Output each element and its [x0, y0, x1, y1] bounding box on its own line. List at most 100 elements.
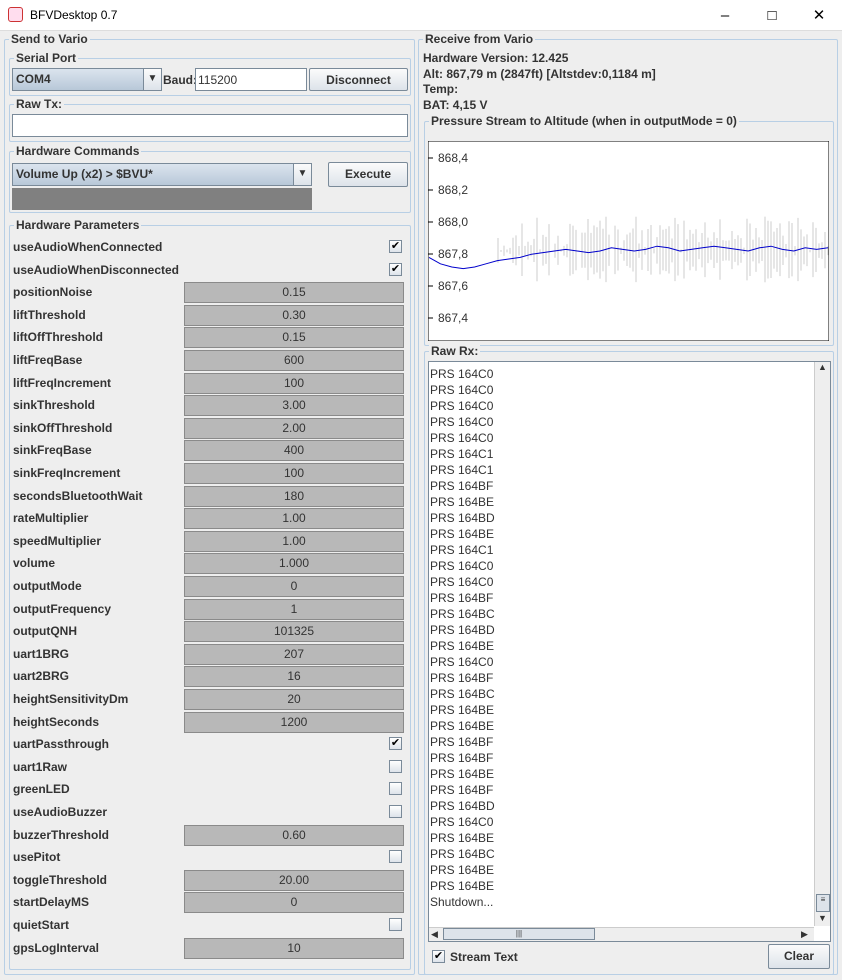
param-input[interactable]: 1.00	[184, 530, 404, 552]
stream-text-label: Stream Text	[450, 950, 518, 964]
rx-line: PRS 164C0	[430, 399, 494, 413]
receive-title: Receive from Vario	[423, 32, 536, 46]
param-checkbox[interactable]	[389, 850, 402, 864]
rx-line: PRS 164BE	[430, 527, 495, 541]
scroll-left-icon[interactable]: ◀	[431, 929, 438, 940]
param-input[interactable]: 20.00	[184, 869, 404, 891]
param-label: sinkFreqIncrement	[13, 466, 121, 480]
rx-line: PRS 164BE	[430, 703, 495, 717]
param-label: liftThreshold	[13, 307, 86, 322]
horizontal-scrollbar[interactable]: ◀ ||| ▶	[429, 927, 814, 941]
param-input[interactable]: 1200	[184, 711, 404, 733]
scroll-up-icon[interactable]: ▲	[815, 362, 830, 372]
param-label: speedMultiplier	[13, 533, 102, 548]
param-label: startDelayMS	[13, 895, 90, 910]
maximize-button[interactable]: □	[749, 0, 795, 31]
param-input[interactable]: 2.00	[184, 417, 404, 439]
rx-line: PRS 164C1	[430, 447, 494, 461]
chart-title: Pressure Stream to Altitude (when in out…	[429, 114, 739, 128]
param-input[interactable]: 101325	[184, 621, 404, 643]
param-checkbox[interactable]	[389, 759, 402, 773]
param-label: liftFreqBase	[13, 353, 83, 367]
param-input[interactable]: 3.00	[184, 395, 404, 417]
param-input[interactable]: 600	[184, 350, 404, 371]
param-label: liftFreqIncrement	[13, 375, 112, 390]
param-input[interactable]: 100	[184, 372, 404, 394]
battery-readout: BAT: 4,15 V	[423, 98, 488, 112]
rx-line: PRS 164C0	[430, 367, 494, 381]
chevron-down-icon: ▼	[293, 164, 311, 185]
execute-button[interactable]: Execute	[328, 162, 408, 187]
java-icon	[8, 7, 23, 22]
scroll-thumb[interactable]: ≡	[816, 894, 830, 912]
rx-line: PRS 164C0	[430, 815, 494, 829]
rx-line: PRS 164BF	[430, 751, 494, 765]
param-input[interactable]: 100	[184, 463, 404, 484]
rx-line: PRS 164BD	[430, 799, 495, 813]
param-checkbox[interactable]	[389, 918, 402, 931]
window-title: BFVDesktop 0.7	[30, 8, 118, 22]
param-input[interactable]: 0	[184, 892, 404, 914]
param-input[interactable]: 1	[184, 598, 404, 620]
rx-line: PRS 164BF	[430, 591, 494, 605]
param-input[interactable]: 0.15	[184, 327, 404, 349]
param-input[interactable]: 20	[184, 689, 404, 710]
param-checkbox[interactable]	[389, 805, 402, 818]
param-label: uart1Raw	[13, 759, 68, 774]
scroll-right-icon[interactable]: ▶	[801, 929, 808, 940]
param-input[interactable]: 180	[184, 485, 404, 507]
rx-line: PRS 164C0	[430, 655, 494, 669]
param-label: sinkFreqBase	[13, 443, 92, 458]
rx-line: PRS 164BE	[430, 639, 495, 653]
vertical-scrollbar[interactable]: ▲ ≡ ▼	[814, 362, 830, 926]
param-label: rateMultiplier	[13, 511, 89, 526]
disconnect-button[interactable]: Disconnect	[309, 68, 408, 91]
raw-tx-title: Raw Tx:	[14, 97, 65, 111]
param-input[interactable]: 0	[184, 576, 404, 597]
param-label: volume	[13, 556, 56, 571]
baud-label: Baud:	[163, 73, 197, 87]
param-checkbox[interactable]: ✔	[389, 737, 402, 751]
y-tick-label: 867,8	[438, 247, 468, 261]
clear-button[interactable]: Clear	[768, 944, 830, 969]
rx-line: PRS 164C1	[430, 543, 494, 557]
rx-line: PRS 164BD	[430, 511, 495, 525]
param-input[interactable]: 0.30	[184, 304, 404, 326]
scroll-down-icon[interactable]: ▼	[818, 913, 827, 923]
param-input[interactable]: 0.60	[184, 824, 404, 846]
param-checkbox[interactable]: ✔	[389, 262, 402, 276]
temperature-readout: Temp:	[423, 82, 459, 96]
param-input[interactable]: 1.000	[184, 553, 404, 575]
h-scroll-thumb[interactable]: |||	[443, 928, 595, 940]
baud-input[interactable]: 115200	[195, 68, 307, 91]
param-checkbox[interactable]	[389, 782, 402, 796]
param-input[interactable]: 0.15	[184, 282, 404, 304]
y-tick-label: 867,4	[438, 311, 468, 325]
param-input[interactable]: 1.00	[184, 508, 404, 530]
plot-area	[428, 141, 829, 341]
minimize-button[interactable]: –	[702, 0, 748, 31]
param-input[interactable]: 10	[184, 937, 404, 959]
command-select[interactable]: Volume Up (x2) > $BVU* ▼	[12, 163, 312, 186]
rx-line: PRS 164BC	[430, 607, 495, 621]
param-input[interactable]: 400	[184, 440, 404, 462]
param-input[interactable]: 207	[184, 643, 404, 665]
hardware-parameters-title: Hardware Parameters	[14, 218, 142, 232]
param-label: heightSeconds	[13, 714, 100, 729]
param-input[interactable]: 16	[184, 666, 404, 688]
close-button[interactable]: ✕	[796, 0, 842, 31]
param-label: toggleThreshold	[13, 872, 107, 887]
raw-tx-input[interactable]	[12, 114, 408, 137]
port-select[interactable]: COM4 ▼	[12, 68, 162, 91]
stream-text-checkbox[interactable]: ✔	[432, 950, 445, 963]
rx-line: PRS 164C0	[430, 415, 494, 429]
rx-line: Shutdown...	[430, 895, 494, 909]
altitude-chart: 868,4868,2868,0867,8867,6867,4867,2	[428, 141, 829, 341]
rx-line: PRS 164BE	[430, 495, 495, 509]
param-label: usePitot	[13, 850, 61, 865]
param-label: outputFrequency	[13, 601, 111, 616]
rx-line: PRS 164BC	[430, 687, 495, 701]
param-label: uartPassthrough	[13, 737, 110, 752]
rx-line: PRS 164C0	[430, 431, 494, 445]
param-checkbox[interactable]: ✔	[389, 240, 402, 253]
